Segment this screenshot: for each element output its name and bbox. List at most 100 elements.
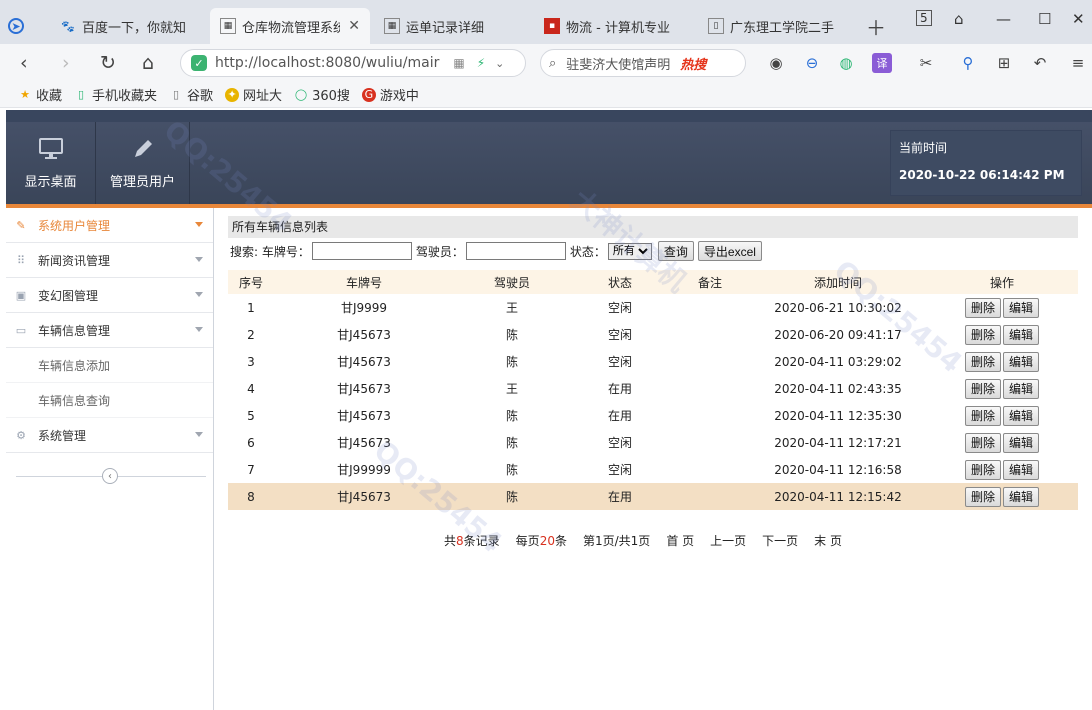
back-icon[interactable]: ‹ xyxy=(20,52,28,74)
tab-waybill[interactable]: ▦ 运单记录详细 xyxy=(374,8,524,44)
status-select[interactable]: 所有 xyxy=(607,242,652,260)
table-row[interactable]: 4 甘J45673 王 在用 2020-04-11 02:43:35 删除 编辑 xyxy=(228,375,1078,402)
cell-note xyxy=(670,321,750,348)
cell-no: 8 xyxy=(228,483,274,510)
tab-guangdong[interactable]: ▯ 广东理工学院二手 xyxy=(698,8,846,44)
table-row[interactable]: 7 甘J99999 陈 空闲 2020-04-11 12:16:58 删除 编辑 xyxy=(228,456,1078,483)
close-tab-icon[interactable]: ✕ xyxy=(348,18,360,34)
search-bar[interactable]: ⌕ 驻斐济大使馆声明 热搜 xyxy=(540,49,746,77)
plate-search-input[interactable] xyxy=(311,242,412,260)
delete-button[interactable]: 删除 xyxy=(964,432,1001,453)
edit-button[interactable]: 编辑 xyxy=(1003,459,1040,480)
cell-no: 1 xyxy=(247,300,255,315)
col-header-actions: 操作 xyxy=(926,270,1078,294)
cell-note xyxy=(670,429,750,456)
delete-button[interactable]: 删除 xyxy=(964,324,1001,345)
admin-user-button[interactable]: 管理员用户 xyxy=(96,122,190,204)
col-header-note: 备注 xyxy=(670,270,750,294)
pager-first[interactable]: 首 页 xyxy=(666,532,694,549)
magnifier-icon[interactable]: ⚲ xyxy=(958,53,978,73)
chevron-down-icon[interactable]: ⌄ xyxy=(495,57,504,70)
pager-next[interactable]: 下一页 xyxy=(762,532,798,549)
sidebar: ✎ 系统用户管理 ⠿ 新闻资讯管理 ▣ 变幻图管理 ▭ 车辆信息管理 车辆信息添… xyxy=(6,208,214,710)
home-icon[interactable]: ⌂ xyxy=(142,52,154,74)
tab-logistics[interactable]: ▪ 物流 - 计算机专业 xyxy=(534,8,694,44)
scissors-icon[interactable]: ✂ xyxy=(916,53,936,73)
edit-button[interactable]: 编辑 xyxy=(1003,432,1040,453)
table-row[interactable]: 2 甘J45673 陈 空闲 2020-06-20 09:41:17 删除 编辑 xyxy=(228,321,1078,348)
phone-icon: ▯ xyxy=(77,88,85,101)
show-desktop-button[interactable]: 显示桌面 xyxy=(6,122,96,204)
edit-button[interactable]: 编辑 xyxy=(1003,378,1040,399)
table-row[interactable]: 5 甘J45673 陈 在用 2020-04-11 12:35:30 删除 编辑 xyxy=(228,402,1078,429)
driver-search-input[interactable] xyxy=(465,242,566,260)
tab-count-icon[interactable]: 5 xyxy=(916,10,932,26)
bookmark-games[interactable]: G 游戏中 xyxy=(361,85,419,104)
page-icon: ▦ xyxy=(220,18,236,34)
qr-icon[interactable]: ▦ xyxy=(453,56,464,70)
undo-icon[interactable]: ↶ xyxy=(1030,53,1050,73)
pencil-icon xyxy=(134,140,152,157)
chat-icon[interactable]: ◍ xyxy=(836,53,856,73)
grid-icon[interactable]: ⊞ xyxy=(994,53,1014,73)
sidebar-item-vehicles[interactable]: ▭ 车辆信息管理 xyxy=(6,313,213,348)
globe-icon: ✦ xyxy=(225,87,240,102)
edit-button[interactable]: 编辑 xyxy=(1003,351,1040,372)
cell-note xyxy=(670,375,750,402)
delete-button[interactable]: 删除 xyxy=(964,405,1001,426)
bolt-icon[interactable]: ⚡ xyxy=(477,56,485,70)
sidebar-item-system[interactable]: ⚙ 系统管理 xyxy=(6,418,213,453)
forward-icon[interactable]: › xyxy=(62,52,70,74)
bookmark-360[interactable]: ◯ 360搜 xyxy=(294,85,350,104)
pager-last[interactable]: 末 页 xyxy=(814,532,842,549)
minimize-icon[interactable]: — xyxy=(996,10,1011,28)
cell-driver: 王 xyxy=(505,301,518,315)
edit-button[interactable]: 编辑 xyxy=(1003,297,1040,318)
table-row[interactable]: 6 甘J45673 陈 空闲 2020-04-11 12:17:21 删除 编辑 xyxy=(228,429,1078,456)
bookmark-mobile[interactable]: ▯ 手机收藏夹 xyxy=(74,85,157,104)
shirt-icon[interactable]: ⌂ xyxy=(954,10,964,28)
delete-button[interactable]: 删除 xyxy=(964,486,1001,507)
query-button[interactable]: 查询 xyxy=(657,241,694,261)
bookmark-favorites[interactable]: ★ 收藏 xyxy=(18,85,62,104)
chevron-down-icon xyxy=(195,292,203,297)
tab-baidu[interactable]: 🐾 百度一下，你就知 xyxy=(50,8,206,44)
cell-time: 2020-04-11 12:17:21 xyxy=(774,435,902,450)
delete-button[interactable]: 删除 xyxy=(964,459,1001,480)
refresh-icon[interactable]: ↻ xyxy=(100,52,116,74)
table-row[interactable]: 8 甘J45673 陈在用 2020-04-11 12:15:42 删除 编辑 xyxy=(228,483,1078,510)
pencil-icon: ✎ xyxy=(16,218,26,232)
export-excel-button[interactable]: 导出excel xyxy=(697,241,762,261)
url-bar[interactable]: ✓ http://localhost:8080/wuliu/mair ▦ ⚡ ⌄ xyxy=(180,49,526,77)
edit-button[interactable]: 编辑 xyxy=(1003,324,1040,345)
new-tab-icon[interactable]: ＋ xyxy=(866,12,886,41)
translate-icon[interactable]: 译 xyxy=(872,53,892,73)
sidebar-subitem-query-vehicle[interactable]: 车辆信息查询 xyxy=(6,383,213,418)
game-controller-icon[interactable]: ◉ xyxy=(766,53,786,73)
bookmark-google[interactable]: ▯ 谷歌 xyxy=(169,85,213,104)
cell-note xyxy=(670,348,750,375)
cell-plate: 甘J45673 xyxy=(274,483,454,510)
sidebar-item-system-users[interactable]: ✎ 系统用户管理 xyxy=(6,208,213,243)
menu-icon[interactable]: ≡ xyxy=(1068,53,1088,73)
cell-note xyxy=(670,456,750,483)
table-row[interactable]: 1 甘J9999 王 空闲 2020-06-21 10:30:02 删除 编辑 xyxy=(228,294,1078,321)
tab-warehouse-system[interactable]: ▦ 仓库物流管理系统 ✕ xyxy=(210,8,370,44)
delete-button[interactable]: 删除 xyxy=(964,297,1001,318)
close-window-icon[interactable]: ✕ xyxy=(1072,10,1085,28)
edit-button[interactable]: 编辑 xyxy=(1003,486,1040,507)
sidebar-item-slideshow[interactable]: ▣ 变幻图管理 xyxy=(6,278,213,313)
table-row[interactable]: 3 甘J45673 陈 空闲 2020-04-11 03:29:02 删除 编辑 xyxy=(228,348,1078,375)
chevron-left-icon[interactable]: ‹ xyxy=(102,468,118,484)
sidebar-item-news[interactable]: ⠿ 新闻资讯管理 xyxy=(6,243,213,278)
pager-total: 共8条记录 xyxy=(444,534,500,548)
minus-circle-icon[interactable]: ⊖ xyxy=(802,53,822,73)
sidebar-subitem-add-vehicle[interactable]: 车辆信息添加 xyxy=(6,348,213,383)
maximize-icon[interactable]: ☐ xyxy=(1038,10,1051,28)
pager-prev[interactable]: 上一页 xyxy=(710,532,746,549)
browser-logo[interactable]: ➤ xyxy=(0,8,34,44)
bookmark-sites[interactable]: ✦ 网址大 xyxy=(225,85,282,104)
delete-button[interactable]: 删除 xyxy=(964,378,1001,399)
edit-button[interactable]: 编辑 xyxy=(1003,405,1040,426)
delete-button[interactable]: 删除 xyxy=(964,351,1001,372)
